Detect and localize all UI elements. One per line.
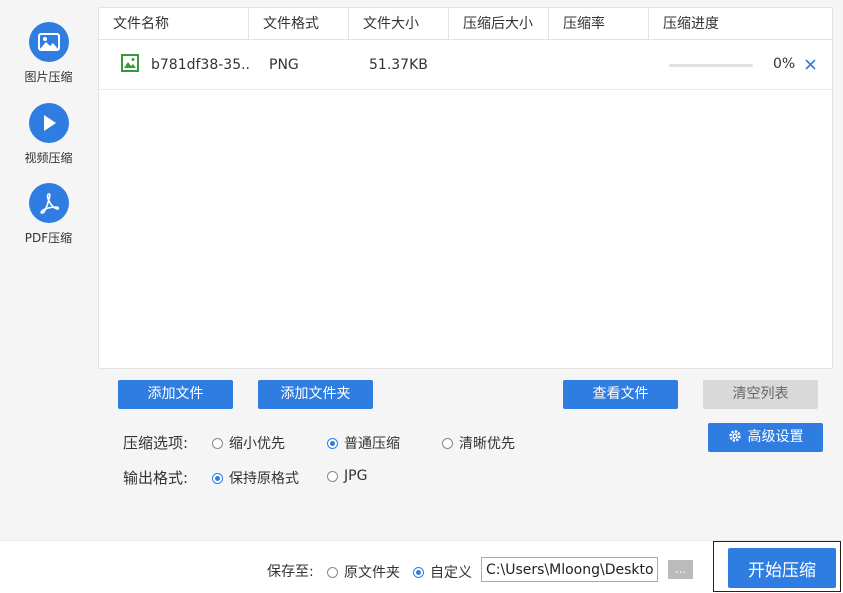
- column-header-size: 文件大小: [349, 8, 449, 39]
- radio-button[interactable]: [413, 566, 424, 578]
- add-folder-button[interactable]: 添加文件夹: [258, 380, 373, 409]
- sidebar-item-label: 视频压缩: [24, 151, 73, 165]
- sidebar-item-pdf-compress[interactable]: PDF压缩: [0, 183, 97, 246]
- file-table: 文件名称 文件格式 文件大小 压缩后大小 压缩率 压缩进度 b781df38-3…: [98, 7, 833, 369]
- radio-label: 自定义: [430, 565, 472, 581]
- table-header: 文件名称 文件格式 文件大小 压缩后大小 压缩率 压缩进度: [99, 8, 832, 40]
- save-to-label: 保存至:: [267, 564, 314, 580]
- radio-label: 普通压缩: [344, 436, 400, 452]
- advanced-settings-label: 高级设置: [747, 429, 804, 445]
- start-compress-button[interactable]: 开始压缩: [728, 548, 836, 588]
- compress-options-label: 压缩选项:: [123, 434, 189, 452]
- image-icon: [28, 22, 69, 62]
- radio-button[interactable]: [327, 470, 338, 482]
- save-path-input[interactable]: [481, 557, 658, 582]
- view-files-button[interactable]: 查看文件: [563, 380, 678, 409]
- column-header-ratio: 压缩率: [549, 8, 649, 39]
- radio-keep-format[interactable]: 保持原格式: [212, 468, 299, 488]
- progress-bar: [669, 64, 753, 67]
- gear-icon: [728, 425, 742, 454]
- options-panel: 添加文件 添加文件夹 查看文件 清空列表 压缩选项: 缩小优先 普通压缩 清晰优…: [98, 369, 833, 540]
- radio-jpg[interactable]: JPG: [327, 468, 367, 484]
- footer-bar: 保存至: 原文件夹 自定义 ... 开始压缩: [0, 540, 843, 593]
- radio-label: 原文件夹: [344, 565, 400, 581]
- radio-original-folder[interactable]: 原文件夹: [327, 562, 400, 582]
- progress-percent: 0%: [773, 56, 796, 72]
- image-file-icon: [121, 53, 139, 76]
- sidebar: 图片压缩 视频压缩 PDF压缩: [0, 0, 97, 540]
- close-icon[interactable]: [802, 53, 818, 75]
- sidebar-item-image-compress[interactable]: 图片压缩: [0, 22, 97, 85]
- radio-button[interactable]: [212, 437, 223, 449]
- sidebar-item-label: 图片压缩: [24, 70, 73, 84]
- column-header-format: 文件格式: [249, 8, 349, 39]
- radio-smallest-first[interactable]: 缩小优先: [212, 433, 285, 453]
- radio-custom-folder[interactable]: 自定义: [413, 562, 472, 582]
- radio-label: 缩小优先: [229, 436, 285, 452]
- radio-button[interactable]: [327, 437, 338, 449]
- clear-list-button[interactable]: 清空列表: [703, 380, 818, 409]
- sidebar-item-label: PDF压缩: [24, 231, 73, 245]
- radio-label: JPG: [344, 468, 368, 484]
- radio-clarity-first[interactable]: 清晰优先: [442, 433, 515, 453]
- radio-label: 清晰优先: [459, 436, 515, 452]
- sidebar-item-video-compress[interactable]: 视频压缩: [0, 103, 97, 166]
- file-name: b781df38-35...: [151, 56, 249, 73]
- pdf-icon: [28, 183, 69, 223]
- radio-button[interactable]: [212, 472, 223, 484]
- start-button-frame: 开始压缩: [713, 541, 841, 592]
- table-row[interactable]: b781df38-35... PNG 51.37KB 0%: [99, 40, 832, 90]
- file-name-cell: b781df38-35...: [99, 53, 249, 76]
- browse-button[interactable]: ...: [668, 560, 693, 579]
- advanced-settings-button[interactable]: 高级设置: [708, 423, 823, 452]
- column-header-name: 文件名称: [99, 8, 249, 39]
- radio-normal-compress[interactable]: 普通压缩: [327, 433, 400, 453]
- column-header-compressed-size: 压缩后大小: [449, 8, 549, 39]
- output-format-label: 输出格式:: [123, 469, 189, 487]
- file-format: PNG: [269, 56, 299, 73]
- column-header-progress: 压缩进度: [663, 16, 719, 32]
- radio-button[interactable]: [442, 437, 453, 449]
- file-size: 51.37KB: [369, 56, 428, 73]
- radio-button[interactable]: [327, 566, 338, 578]
- radio-label: 保持原格式: [229, 471, 299, 487]
- play-icon: [28, 103, 69, 143]
- add-file-button[interactable]: 添加文件: [118, 380, 233, 409]
